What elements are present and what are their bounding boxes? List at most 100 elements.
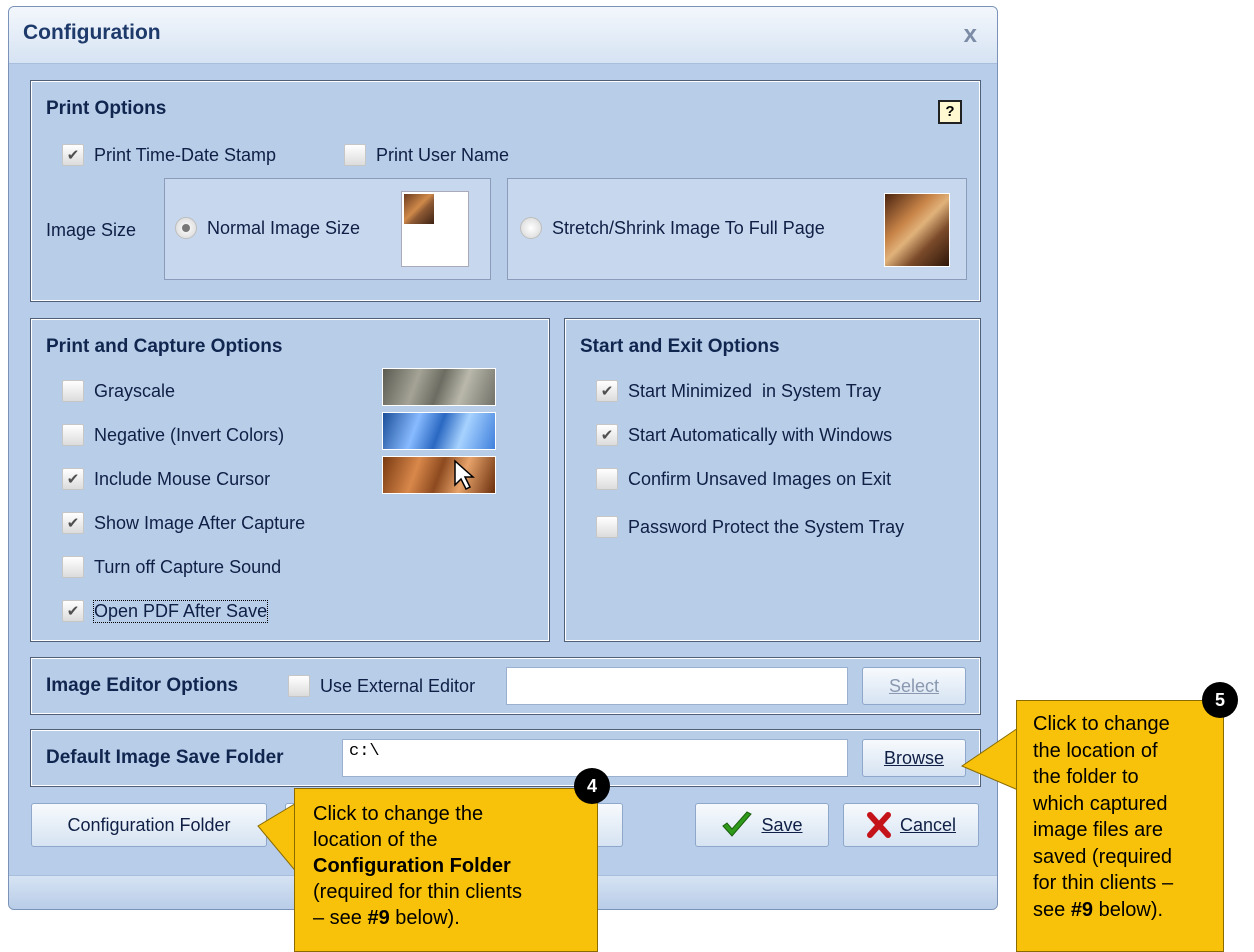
turn-off-capture-sound-label: Turn off Capture Sound xyxy=(94,556,282,577)
callout-5-line2: the location of xyxy=(1033,739,1158,762)
turn-off-capture-sound-checkbox[interactable]: Turn off Capture Sound xyxy=(62,556,281,578)
save-button[interactable]: Save xyxy=(695,803,829,847)
empty-checkbox-icon xyxy=(62,424,84,446)
grayscale-label: Grayscale xyxy=(94,380,176,401)
negative-preview xyxy=(382,412,496,450)
print-user-name-label: Print User Name xyxy=(376,144,510,165)
start-minimized-label: Start Minimized in System Tray xyxy=(628,380,882,401)
confirm-unsaved-images-label: Confirm Unsaved Images on Exit xyxy=(628,468,892,489)
include-mouse-cursor-checkbox[interactable]: ✔ Include Mouse Cursor xyxy=(62,468,270,490)
start-minimized-checkbox[interactable]: ✔ Start Minimized in System Tray xyxy=(596,380,881,402)
callout-4-line4-pre: – see xyxy=(313,907,368,929)
help-icon[interactable]: ? xyxy=(938,100,962,124)
normal-image-size-panel: Normal Image Size xyxy=(164,178,491,280)
show-image-after-capture-checkbox[interactable]: ✔ Show Image After Capture xyxy=(62,512,305,534)
show-image-after-capture-label: Show Image After Capture xyxy=(94,512,306,533)
cancel-x-icon xyxy=(866,812,891,838)
image-editor-options-title: Image Editor Options xyxy=(46,675,239,696)
radio-selected-icon xyxy=(175,217,197,239)
callout-5-line8-pre: see xyxy=(1033,898,1071,921)
callout-5-number-badge: 5 xyxy=(1202,682,1238,718)
callout-5-line8-post: below). xyxy=(1093,898,1164,921)
callout-4-line2: location of the xyxy=(313,829,438,851)
open-pdf-after-save-checkbox[interactable]: ✔ Open PDF After Save xyxy=(62,599,269,623)
image-editor-options-group: Image Editor Options Use External Editor… xyxy=(30,657,981,715)
callout-5: Click to change the location of the fold… xyxy=(1016,700,1224,952)
cancel-button[interactable]: Cancel xyxy=(843,803,979,847)
small-photo-thumbnail xyxy=(404,194,434,224)
empty-checkbox-icon xyxy=(62,556,84,578)
start-exit-options-title: Start and Exit Options xyxy=(580,336,780,357)
callout-4: Click to change the location of the Conf… xyxy=(294,788,598,952)
mouse-cursor-icon xyxy=(454,459,475,491)
callout-4-number-badge: 4 xyxy=(574,768,610,804)
default-save-folder-title: Default Image Save Folder xyxy=(46,747,284,768)
print-user-name-checkbox[interactable]: Print User Name xyxy=(344,144,509,166)
print-capture-options-title: Print and Capture Options xyxy=(46,336,283,357)
print-time-date-stamp-checkbox[interactable]: ✔ Print Time-Date Stamp xyxy=(62,144,276,166)
callout-5-line6: saved (required xyxy=(1033,845,1172,868)
confirm-unsaved-images-checkbox[interactable]: Confirm Unsaved Images on Exit xyxy=(596,468,891,490)
callout-4-line1: Click to change the xyxy=(313,803,484,825)
select-button-label: Select xyxy=(888,675,940,696)
normal-image-size-label: Normal Image Size xyxy=(207,217,361,238)
title-bar: Configuration x xyxy=(9,7,997,64)
start-exit-options-group: Start and Exit Options ✔ Start Minimized… xyxy=(564,318,981,642)
callout-5-line8: see #9 below). xyxy=(1033,897,1223,924)
save-button-label: Save xyxy=(761,814,803,835)
normal-image-size-radio[interactable]: Normal Image Size xyxy=(175,217,360,239)
callout-5-line7: for thin clients – xyxy=(1033,872,1174,894)
configuration-folder-label: Configuration Folder xyxy=(67,814,231,835)
checkmark-icon: ✔ xyxy=(62,512,84,534)
stretch-shrink-radio[interactable]: Stretch/Shrink Image To Full Page xyxy=(520,217,825,239)
configuration-folder-button[interactable]: Configuration Folder xyxy=(31,803,267,847)
checkmark-icon: ✔ xyxy=(62,144,84,166)
select-editor-button[interactable]: Select xyxy=(862,667,966,705)
callout-5-line8-bold: #9 xyxy=(1070,898,1094,921)
negative-invert-colors-checkbox[interactable]: Negative (Invert Colors) xyxy=(62,424,284,446)
close-icon[interactable]: x xyxy=(964,21,977,49)
password-protect-tray-checkbox[interactable]: Password Protect the System Tray xyxy=(596,516,904,538)
start-automatically-checkbox[interactable]: ✔ Start Automatically with Windows xyxy=(596,424,892,446)
callout-4-bold: Configuration Folder xyxy=(313,855,511,877)
empty-checkbox-icon xyxy=(344,144,366,166)
empty-checkbox-icon xyxy=(288,675,310,697)
print-time-date-stamp-label: Print Time-Date Stamp xyxy=(94,144,277,165)
dialog-title: Configuration xyxy=(23,21,161,44)
mouse-cursor-preview xyxy=(382,456,496,494)
callout-5-line3: the folder to xyxy=(1033,766,1139,788)
callout-5-line1: Click to change xyxy=(1033,713,1170,735)
browse-button[interactable]: Browse xyxy=(862,739,966,777)
normal-size-preview xyxy=(401,191,469,267)
print-capture-options-group: Print and Capture Options Grayscale Nega… xyxy=(30,318,550,642)
checkmark-icon: ✔ xyxy=(596,380,618,402)
default-save-folder-group: Default Image Save Folder c:\ Browse xyxy=(30,729,981,787)
empty-checkbox-icon xyxy=(596,516,618,538)
radio-unselected-icon xyxy=(520,217,542,239)
print-options-group: Print Options ? ✔ Print Time-Date Stamp … xyxy=(30,80,981,302)
configuration-dialog: Configuration x Print Options ? ✔ Print … xyxy=(8,6,998,910)
callout-4-line4-bold: #9 xyxy=(367,907,390,929)
cancel-button-label: Cancel xyxy=(899,814,957,835)
password-protect-tray-label: Password Protect the System Tray xyxy=(628,516,905,537)
checkmark-icon: ✔ xyxy=(62,468,84,490)
use-external-editor-label: Use External Editor xyxy=(320,675,476,696)
grayscale-preview xyxy=(382,368,496,406)
grayscale-checkbox[interactable]: Grayscale xyxy=(62,380,175,402)
negative-invert-colors-label: Negative (Invert Colors) xyxy=(94,424,285,445)
checkmark-icon: ✔ xyxy=(62,600,84,622)
empty-checkbox-icon xyxy=(596,468,618,490)
use-external-editor-checkbox[interactable]: Use External Editor xyxy=(288,675,475,697)
include-mouse-cursor-label: Include Mouse Cursor xyxy=(94,468,271,489)
open-pdf-after-save-label: Open PDF After Save xyxy=(92,599,269,623)
full-page-photo-thumbnail xyxy=(884,193,950,267)
save-check-icon xyxy=(722,811,753,837)
browse-button-label: Browse xyxy=(883,747,945,768)
stretch-image-panel: Stretch/Shrink Image To Full Page xyxy=(507,178,967,280)
callout-5-line4: which captured xyxy=(1033,792,1168,815)
print-options-title: Print Options xyxy=(46,98,167,119)
stretch-shrink-label: Stretch/Shrink Image To Full Page xyxy=(552,217,825,238)
external-editor-path-field[interactable] xyxy=(506,667,848,705)
checkmark-icon: ✔ xyxy=(596,424,618,446)
image-size-label: Image Size xyxy=(46,220,137,240)
